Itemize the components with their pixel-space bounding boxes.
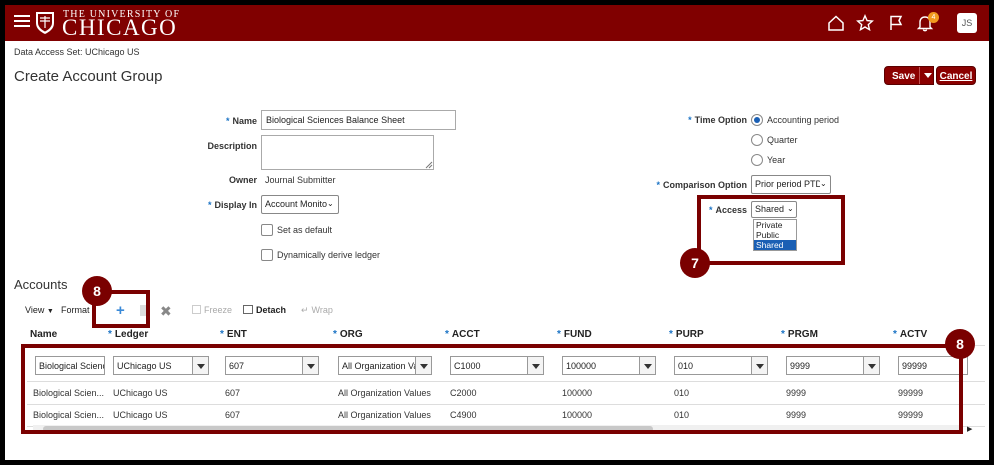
- radio-quarter[interactable]: [751, 134, 763, 146]
- derive-ledger-checkbox[interactable]: [261, 249, 273, 261]
- logo-big-text: CHICAGO: [62, 15, 178, 40]
- column-header-purp[interactable]: * PURP: [669, 329, 704, 340]
- callout-number-accounts-grid: 8: [945, 329, 975, 359]
- save-button-label: Save: [892, 71, 916, 82]
- detach-icon: [243, 305, 253, 314]
- comparison-option-label: * Comparison Option: [656, 180, 747, 190]
- time-option-label: * Time Option: [688, 115, 747, 125]
- callout-number-access: 7: [680, 248, 710, 278]
- radio-year-label: Year: [767, 155, 786, 165]
- format-menu[interactable]: Format: [61, 305, 90, 315]
- save-menu-chevron-icon[interactable]: [919, 67, 934, 84]
- callout-box-access: [697, 195, 845, 265]
- column-header-ledger[interactable]: * Ledger: [108, 329, 148, 340]
- column-header-fund[interactable]: * FUND: [557, 329, 592, 340]
- university-shield-icon: [36, 12, 54, 34]
- column-header-org[interactable]: * ORG: [333, 329, 363, 340]
- resize-handle-icon[interactable]: [425, 161, 433, 169]
- freeze-button[interactable]: Freeze: [192, 305, 232, 315]
- page-title: Create Account Group: [14, 68, 163, 85]
- column-header-acct[interactable]: * ACCT: [445, 329, 480, 340]
- user-avatar[interactable]: JS: [957, 13, 977, 33]
- set-default-checkbox[interactable]: [261, 224, 273, 236]
- callout-number-add-row: 8: [82, 276, 112, 306]
- radio-accounting-period[interactable]: [751, 114, 763, 126]
- owner-label: Owner: [228, 175, 257, 185]
- column-header-ent[interactable]: * ENT: [220, 329, 247, 340]
- column-header-name[interactable]: Name: [30, 329, 57, 340]
- comparison-option-select[interactable]: Prior period PTD: [751, 175, 831, 194]
- derive-ledger-label: Dynamically derive ledger: [277, 250, 381, 260]
- comparison-option-value: Prior period PTD: [755, 179, 823, 189]
- column-header-actv[interactable]: * ACTV: [893, 329, 927, 340]
- chevron-down-icon: ⌄: [327, 199, 334, 208]
- view-menu[interactable]: View ▼: [25, 305, 54, 315]
- flag-icon[interactable]: [887, 14, 905, 32]
- data-access-set: Data Access Set: UChicago US: [14, 47, 140, 57]
- detach-button[interactable]: Detach: [243, 305, 286, 315]
- scroll-right-arrow-icon[interactable]: ▶: [967, 425, 972, 433]
- description-textarea[interactable]: [261, 135, 434, 170]
- delete-row-x-icon[interactable]: ✖: [160, 303, 172, 320]
- callout-box-accounts-grid: [21, 344, 963, 434]
- chevron-down-icon: ⌄: [820, 179, 827, 188]
- star-icon[interactable]: [856, 14, 874, 32]
- display-in-label: * Display In: [207, 200, 257, 210]
- owner-value: Journal Submitter: [265, 175, 336, 185]
- home-icon[interactable]: [827, 14, 845, 32]
- cancel-button[interactable]: Cancel: [936, 66, 976, 85]
- radio-year[interactable]: [751, 154, 763, 166]
- save-button[interactable]: Save: [884, 66, 934, 85]
- notification-badge: 4: [928, 12, 939, 23]
- column-header-prgm[interactable]: * PRGM: [781, 329, 818, 340]
- accounts-section-title: Accounts: [14, 277, 68, 292]
- display-in-value: Account Monitor: [265, 199, 331, 209]
- radio-quarter-label: Quarter: [767, 135, 798, 145]
- radio-accounting-period-label: Accounting period: [767, 115, 840, 125]
- global-header: THE UNIVERSITY OF CHICAGO 4 JS: [5, 5, 989, 41]
- app-frame: THE UNIVERSITY OF CHICAGO 4 JS Data Acce…: [5, 5, 989, 460]
- menu-icon[interactable]: [14, 15, 30, 31]
- set-default-label: Set as default: [277, 225, 333, 235]
- name-label: * Name: [225, 116, 257, 126]
- wrap-button[interactable]: ↵ Wrap: [301, 305, 333, 316]
- name-input[interactable]: Biological Sciences Balance Sheet: [261, 110, 456, 130]
- description-label: Description: [207, 141, 257, 151]
